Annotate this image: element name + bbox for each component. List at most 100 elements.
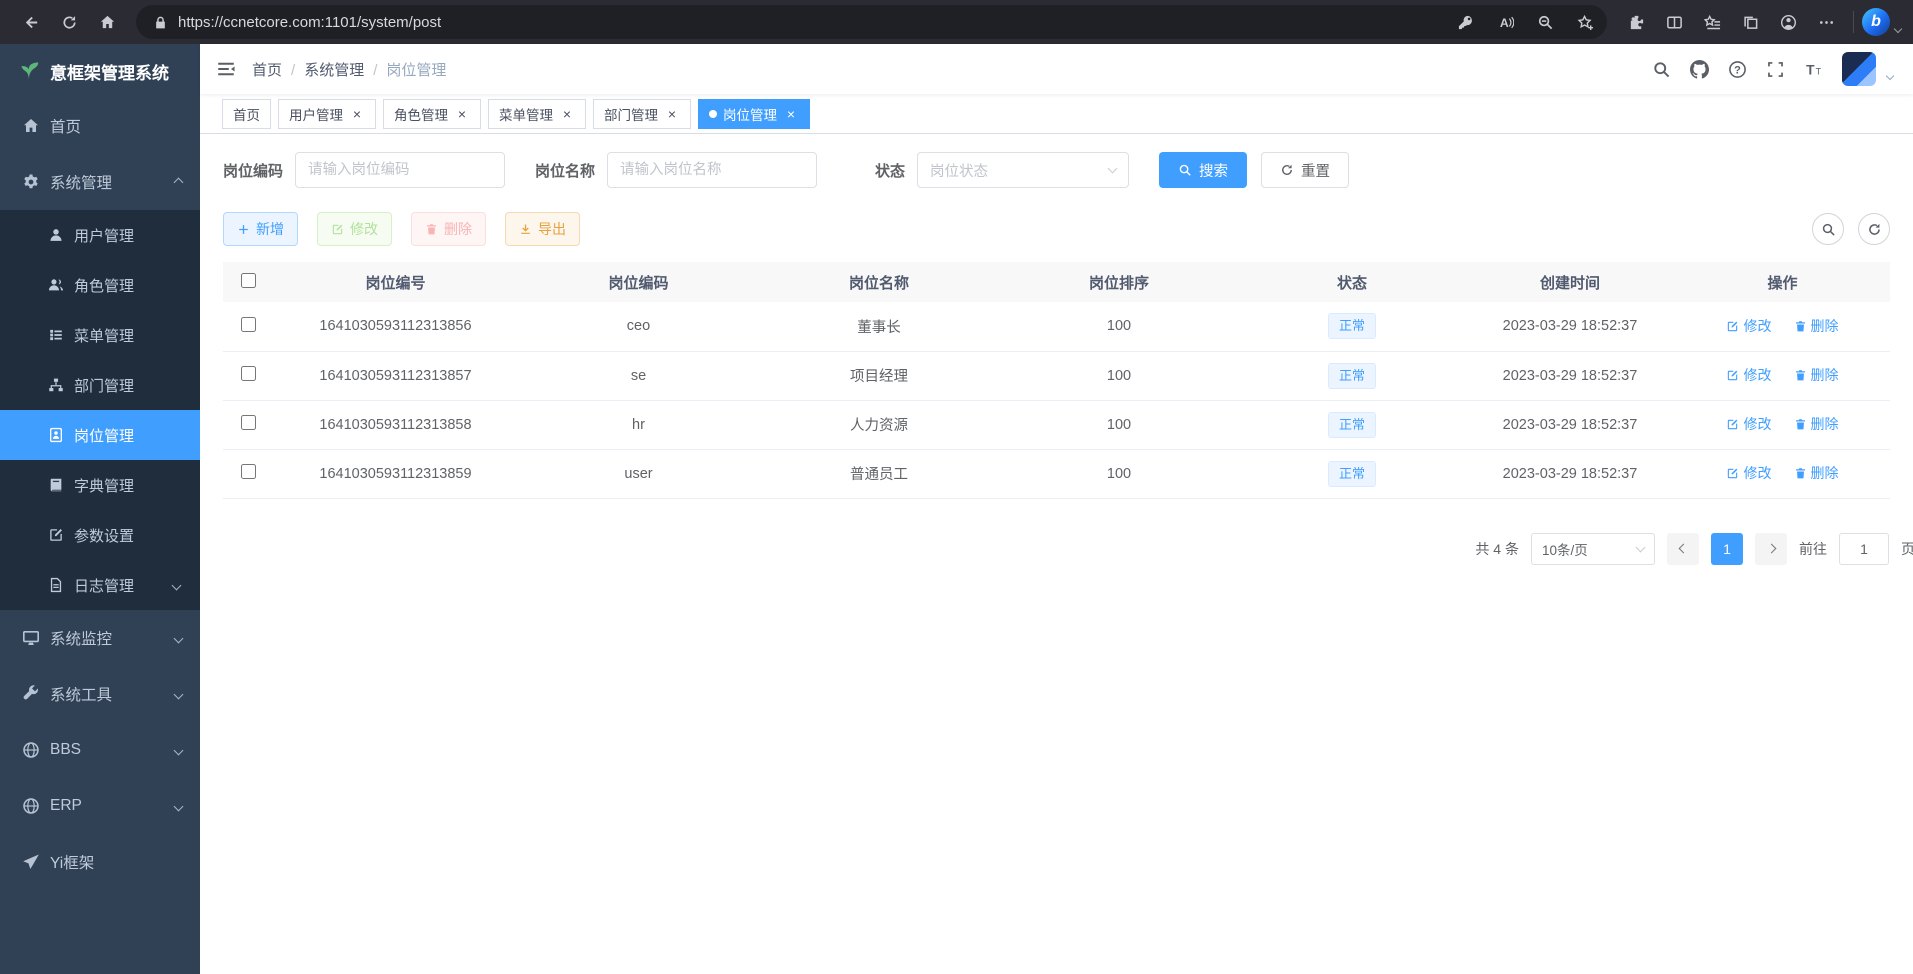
tab-user-management[interactable]: 用户管理 — [278, 99, 376, 129]
chevron-down-icon — [174, 801, 184, 811]
sidebar-item-erp[interactable]: ERP — [0, 778, 200, 834]
site-lock-icon[interactable] — [150, 8, 170, 36]
font-size-icon[interactable] — [1804, 60, 1823, 79]
status-select[interactable]: 岗位状态 — [917, 152, 1129, 188]
edit-button-label: 修改 — [350, 219, 378, 239]
page-1-button[interactable]: 1 — [1711, 533, 1743, 565]
table-row[interactable]: 1641030593112313856 ceo 董事长 100 正常 2023-… — [223, 302, 1890, 351]
password-key-icon[interactable] — [1449, 8, 1481, 36]
browser-menu-icon[interactable] — [1807, 3, 1845, 41]
search-button[interactable]: 搜索 — [1159, 152, 1247, 188]
extensions-icon[interactable] — [1617, 3, 1655, 41]
close-icon[interactable] — [664, 106, 680, 122]
sidebar-item-system-management[interactable]: 系统管理 — [0, 154, 200, 210]
next-page-button[interactable] — [1755, 533, 1787, 565]
browser-refresh-button[interactable] — [50, 3, 88, 41]
table-row[interactable]: 1641030593112313858 hr 人力资源 100 正常 2023-… — [223, 400, 1890, 449]
github-icon[interactable] — [1690, 60, 1709, 79]
fullscreen-icon[interactable] — [1766, 60, 1785, 79]
row-checkbox[interactable] — [241, 317, 256, 332]
sidebar-item-yi-framework[interactable]: Yi框架 — [0, 834, 200, 890]
export-button-label: 导出 — [538, 219, 566, 239]
post-name-label: 岗位名称 — [535, 160, 595, 181]
add-button[interactable]: 新增 — [223, 212, 298, 246]
plus-icon — [237, 223, 250, 236]
export-button[interactable]: 导出 — [505, 212, 580, 246]
col-post-id: 岗位编号 — [273, 262, 518, 302]
user-avatar[interactable] — [1842, 52, 1876, 86]
tab-post-management[interactable]: 岗位管理 — [698, 99, 810, 129]
post-code-input[interactable] — [295, 152, 505, 188]
close-icon[interactable] — [559, 106, 575, 122]
chevron-down-icon — [174, 633, 184, 643]
table-row[interactable]: 1641030593112313859 user 普通员工 100 正常 202… — [223, 449, 1890, 498]
tab-dept-management[interactable]: 部门管理 — [593, 99, 691, 129]
post-name-input[interactable] — [607, 152, 817, 188]
tab-menu-management[interactable]: 菜单管理 — [488, 99, 586, 129]
row-checkbox[interactable] — [241, 464, 256, 479]
breadcrumb-home[interactable]: 首页 — [252, 59, 282, 80]
address-bar[interactable]: https://ccnetcore.com:1101/system/post — [136, 5, 1607, 39]
favorites-icon[interactable] — [1693, 3, 1731, 41]
breadcrumb-system[interactable]: 系统管理 — [282, 59, 364, 80]
collections-icon[interactable] — [1731, 3, 1769, 41]
tab-role-management[interactable]: 角色管理 — [383, 99, 481, 129]
delete-button[interactable]: 删除 — [411, 212, 486, 246]
zoom-out-icon[interactable] — [1529, 8, 1561, 36]
sidebar-item-user-management[interactable]: 用户管理 — [0, 210, 200, 260]
sidebar-item-log-management[interactable]: 日志管理 — [0, 560, 200, 610]
avatar-caret-icon[interactable] — [1886, 72, 1894, 80]
select-all-checkbox[interactable] — [241, 273, 256, 288]
browser-back-button[interactable] — [12, 3, 50, 41]
sidebar-item-dept-management[interactable]: 部门管理 — [0, 360, 200, 410]
row-edit-link[interactable]: 修改 — [1726, 316, 1771, 336]
sidebar-item-label: 系统工具 — [50, 683, 165, 705]
close-icon[interactable] — [783, 106, 799, 122]
row-delete-link[interactable]: 删除 — [1794, 365, 1839, 385]
tab-label: 角色管理 — [394, 104, 448, 124]
add-favorite-icon[interactable] — [1569, 8, 1601, 36]
row-edit-link[interactable]: 修改 — [1726, 463, 1771, 483]
sidebar-item-post-management[interactable]: 岗位管理 — [0, 410, 200, 460]
browser-home-button[interactable] — [88, 3, 126, 41]
page-size-select[interactable]: 10条/页 — [1531, 533, 1655, 565]
toggle-search-button[interactable] — [1812, 213, 1844, 245]
sidebar-item-home[interactable]: 首页 — [0, 98, 200, 154]
read-aloud-icon[interactable] — [1489, 8, 1521, 36]
browser-profile-icon[interactable] — [1769, 3, 1807, 41]
reset-button[interactable]: 重置 — [1261, 152, 1349, 188]
sidebar-item-system-tools[interactable]: 系统工具 — [0, 666, 200, 722]
sidebar-item-param-settings[interactable]: 参数设置 — [0, 510, 200, 560]
col-actions: 操作 — [1675, 262, 1890, 302]
page-content: 岗位编码 岗位名称 状态 岗位状态 搜索 — [200, 134, 1913, 974]
sidebar-item-bbs[interactable]: BBS — [0, 722, 200, 778]
prev-page-button[interactable] — [1667, 533, 1699, 565]
copilot-caret-icon[interactable] — [1894, 25, 1902, 33]
refresh-table-button[interactable] — [1858, 213, 1890, 245]
row-edit-link[interactable]: 修改 — [1726, 365, 1771, 385]
post-code: se — [518, 351, 759, 400]
table-row[interactable]: 1641030593112313857 se 项目经理 100 正常 2023-… — [223, 351, 1890, 400]
sidebar-item-dict-management[interactable]: 字典管理 — [0, 460, 200, 510]
edit-button[interactable]: 修改 — [317, 212, 392, 246]
close-icon[interactable] — [454, 106, 470, 122]
row-delete-link[interactable]: 删除 — [1794, 316, 1839, 336]
goto-unit: 页 — [1901, 539, 1913, 559]
row-edit-link[interactable]: 修改 — [1726, 414, 1771, 434]
url-text[interactable]: https://ccnetcore.com:1101/system/post — [178, 14, 1441, 31]
sidebar-item-system-monitor[interactable]: 系统监控 — [0, 610, 200, 666]
sidebar-fold-icon[interactable] — [216, 59, 236, 79]
row-delete-link[interactable]: 删除 — [1794, 463, 1839, 483]
row-delete-link[interactable]: 删除 — [1794, 414, 1839, 434]
sidebar-item-menu-management[interactable]: 菜单管理 — [0, 310, 200, 360]
row-checkbox[interactable] — [241, 366, 256, 381]
goto-page-input[interactable] — [1839, 533, 1889, 565]
close-icon[interactable] — [349, 106, 365, 122]
sidebar-item-role-management[interactable]: 角色管理 — [0, 260, 200, 310]
split-screen-icon[interactable] — [1655, 3, 1693, 41]
row-checkbox[interactable] — [241, 415, 256, 430]
edge-copilot-icon[interactable]: b — [1862, 8, 1890, 36]
tab-home[interactable]: 首页 — [222, 99, 271, 129]
help-question-icon[interactable] — [1728, 60, 1747, 79]
header-search-icon[interactable] — [1652, 60, 1671, 79]
